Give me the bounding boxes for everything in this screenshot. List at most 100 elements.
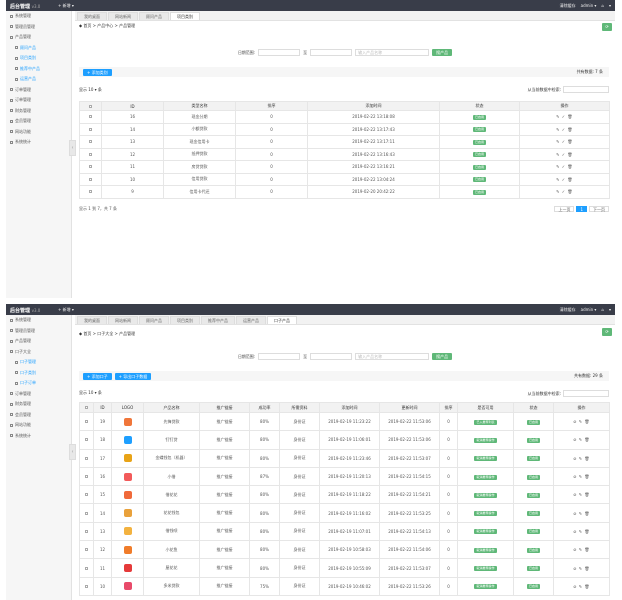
recommend-badge[interactable]: 取消推荐操作: [474, 492, 497, 498]
tab-item[interactable]: 项目类别: [170, 12, 200, 20]
column-header[interactable]: 所需资料: [279, 402, 320, 413]
status-badge[interactable]: 已启用: [472, 114, 486, 120]
actions-cell[interactable]: ⊘ ✎ 🗑: [553, 521, 610, 542]
column-header[interactable]: ID: [93, 402, 112, 413]
row-checkbox[interactable]: [85, 584, 88, 588]
actions-cell[interactable]: ✎ ✓ 🗑: [519, 172, 610, 186]
sidebar-item[interactable]: 系统统计: [6, 137, 71, 148]
tab-item[interactable]: 我的桌面: [77, 316, 107, 324]
tab-item[interactable]: 顾问产品: [139, 316, 169, 324]
link-cell[interactable]: 推广链接: [199, 485, 250, 505]
recommend-badge[interactable]: 取消推荐操作: [474, 511, 497, 517]
add-loan-button[interactable]: + 添加口子: [83, 372, 112, 380]
recommend-badge[interactable]: 取消推荐操作: [474, 566, 497, 572]
admin-menu[interactable]: admin ▾: [581, 307, 597, 313]
recommend-badge[interactable]: 取消推荐操作: [474, 584, 497, 590]
status-badge[interactable]: 已启用: [472, 177, 486, 183]
actions-cell[interactable]: ✎ ✓ 🗑: [519, 122, 610, 136]
column-header[interactable]: 添加时间: [307, 101, 440, 111]
row-checkbox[interactable]: [89, 177, 92, 181]
status-badge[interactable]: 已启用: [526, 584, 540, 590]
sidebar-item[interactable]: 网站功能: [6, 420, 71, 431]
column-header[interactable]: 状态: [513, 402, 554, 413]
prev-page-button[interactable]: 上一页: [554, 206, 575, 212]
sidebar-item[interactable]: 网站功能: [6, 127, 71, 138]
status-badge[interactable]: 已启用: [526, 547, 540, 553]
sidebar-item[interactable]: 订单管理: [6, 95, 71, 106]
chevron-down-icon[interactable]: ▾: [609, 3, 611, 9]
row-checkbox[interactable]: [85, 420, 88, 424]
sidebar-item[interactable]: 产品管理: [6, 336, 71, 347]
actions-cell[interactable]: ⊘ ✎ 🗑: [553, 411, 610, 432]
link-cell[interactable]: 推广链接: [199, 503, 250, 523]
date-end-input[interactable]: [310, 49, 353, 56]
status-badge[interactable]: 已启用: [526, 529, 540, 535]
status-badge[interactable]: 已启用: [472, 139, 486, 145]
column-header[interactable]: LOGO: [111, 402, 144, 413]
select-all-checkbox[interactable]: [85, 406, 88, 409]
row-checkbox[interactable]: [89, 152, 92, 156]
status-badge[interactable]: 已启用: [526, 566, 540, 572]
tab-item[interactable]: 运营产品: [236, 316, 266, 324]
add-category-button[interactable]: + 添加类别: [83, 68, 112, 76]
row-checkbox[interactable]: [89, 127, 92, 131]
sidebar-item[interactable]: 订单管理: [6, 85, 71, 96]
sidebar-item[interactable]: 口子管理: [6, 357, 71, 368]
status-badge[interactable]: 已启用: [526, 456, 540, 462]
keyword-input[interactable]: 输入产品名称: [355, 353, 430, 360]
column-header[interactable]: [79, 402, 94, 413]
actions-cell[interactable]: ⊘ ✎ 🗑: [553, 558, 610, 578]
tab-item[interactable]: 网站新闻: [108, 12, 138, 20]
status-badge[interactable]: 已启用: [472, 164, 486, 170]
row-checkbox[interactable]: [85, 548, 88, 552]
next-page-button[interactable]: 下一页: [589, 206, 609, 212]
actions-cell[interactable]: ✎ ✓ 🗑: [519, 135, 610, 149]
actions-cell[interactable]: ⊘ ✎ 🗑: [553, 576, 610, 596]
sidebar-item[interactable]: 会员管理: [6, 410, 71, 421]
sidebar-item[interactable]: 财务管理: [6, 106, 71, 117]
sidebar-item[interactable]: 产品管理: [6, 32, 71, 43]
recommend-badge[interactable]: 取消推荐操作: [474, 437, 497, 443]
new-menu[interactable]: + 新增 ▾: [58, 3, 74, 9]
link-cell[interactable]: 推广链接: [199, 448, 250, 468]
sidebar-item[interactable]: 订单管理: [6, 389, 71, 400]
search-product-button[interactable]: 搜产品: [432, 353, 453, 360]
row-checkbox[interactable]: [89, 190, 92, 194]
row-checkbox[interactable]: [85, 529, 88, 533]
status-badge[interactable]: 已启用: [526, 511, 540, 517]
column-header[interactable]: 成功率: [249, 402, 280, 413]
table-search-input[interactable]: [563, 86, 609, 93]
date-start-input[interactable]: [258, 353, 301, 360]
recommend-badge[interactable]: 取消推荐操作: [474, 456, 497, 462]
page-size-select[interactable]: 显示 10 ▾ 条: [79, 390, 102, 396]
link-cell[interactable]: 推广链接: [199, 466, 250, 487]
sidebar-item[interactable]: 项目类别: [6, 53, 71, 64]
sidebar-item[interactable]: 系统管理: [6, 315, 71, 326]
actions-cell[interactable]: ✎ ✓ 🗑: [519, 160, 610, 174]
tab-item[interactable]: 推荐中产品: [201, 316, 235, 324]
recommend-badge[interactable]: 取消推荐操作: [474, 547, 497, 553]
column-header[interactable]: [79, 101, 102, 111]
sidebar-item[interactable]: 财务管理: [6, 399, 71, 410]
keyword-input[interactable]: 输入产品名称: [355, 49, 430, 56]
column-header[interactable]: 推广链接: [199, 402, 250, 413]
sidebar-item[interactable]: 系统统计: [6, 431, 71, 442]
admin-menu[interactable]: admin ▾: [581, 3, 597, 9]
link-cell[interactable]: 推广链接: [199, 411, 250, 432]
recommend-badge[interactable]: 取消推荐操作: [474, 529, 497, 535]
recommend-badge[interactable]: 取消推荐操作: [474, 474, 497, 480]
status-badge[interactable]: 已启用: [526, 492, 540, 498]
actions-cell[interactable]: ✎ ✓ 🗑: [519, 185, 610, 199]
refresh-button[interactable]: ⟳: [602, 328, 612, 336]
new-menu[interactable]: + 新增 ▾: [58, 307, 74, 313]
sidebar-item[interactable]: 系统管理: [6, 11, 71, 22]
column-header[interactable]: 更新时间: [379, 402, 440, 413]
column-header[interactable]: 操作: [553, 402, 610, 413]
row-checkbox[interactable]: [89, 140, 92, 144]
actions-cell[interactable]: ⊘ ✎ 🗑: [553, 448, 610, 468]
home-icon[interactable]: ⌂: [601, 307, 604, 313]
status-badge[interactable]: 已启用: [472, 152, 486, 158]
column-header[interactable]: 排序: [439, 402, 458, 413]
row-checkbox[interactable]: [89, 115, 92, 119]
actions-cell[interactable]: ⊘ ✎ 🗑: [553, 430, 610, 450]
